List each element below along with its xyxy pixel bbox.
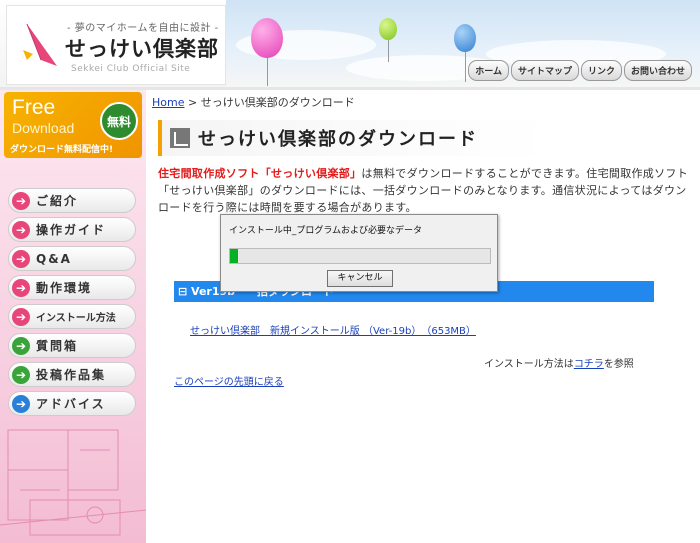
blue-balloon-icon: [454, 24, 476, 52]
breadcrumb: Home > せっけい倶楽部のダウンロード: [152, 94, 355, 110]
arrow-right-icon: ➔: [12, 365, 30, 384]
nav-sitemap-button[interactable]: サイトマップ: [510, 60, 579, 81]
page-title-bar: せっけい倶楽部のダウンロード: [158, 120, 548, 156]
sidebar-item-guide[interactable]: ➔ 操作ガイド: [8, 217, 136, 242]
sidebar: Free Download 無料 ダウンロード無料配信中! ➔ ご紹介 ➔ 操作…: [0, 90, 146, 543]
site-header: - 夢のマイホームを自由に設計 - せっけい倶楽部 Sekkei Club Of…: [0, 0, 700, 90]
top-navigation: ホーム サイトマップ リンク お問い合わせ: [468, 60, 692, 81]
green-balloon-icon: [379, 18, 397, 40]
arrow-right-icon: ➔: [12, 220, 30, 239]
sidebar-item-qa[interactable]: ➔ Q&A: [8, 246, 136, 271]
progress-fill: [230, 249, 238, 263]
breadcrumb-current: せっけい倶楽部のダウンロード: [200, 96, 355, 109]
download-link[interactable]: せっけい倶楽部 新規インストール版 （Ver-19b） （653MB）: [190, 322, 476, 337]
arrow-right-icon: ➔: [12, 307, 30, 326]
arrow-right-icon: ➔: [12, 394, 30, 413]
nav-links-button[interactable]: リンク: [580, 60, 622, 81]
nav-contact-button[interactable]: お問い合わせ: [623, 60, 692, 81]
install-note-prefix: インストール方法は: [484, 359, 574, 370]
free-banner-note: ダウンロード無料配信中!: [10, 145, 114, 155]
floorplan-sketch-image: [0, 429, 146, 536]
intro-text: 住宅間取作成ソフト「せっけい倶楽部」は無料でダウンロードすることができます。住宅…: [158, 165, 694, 216]
install-guide-link[interactable]: コチラ: [574, 359, 604, 370]
intro-highlight: 住宅間取作成ソフト「せっけい倶楽部」: [158, 167, 362, 180]
sidebar-item-label: ご紹介: [36, 194, 79, 208]
sidebar-item-label: 動作環境: [36, 281, 93, 295]
back-to-top-link[interactable]: このページの先頭に戻る: [174, 373, 284, 388]
main-content: Home > せっけい倶楽部のダウンロード せっけい倶楽部のダウンロード 住宅間…: [150, 90, 695, 543]
sidebar-item-label: アドバイス: [36, 397, 106, 411]
install-note-suffix: を参照: [603, 359, 634, 370]
arrow-right-icon: ➔: [12, 249, 30, 268]
logo-title: せっけい倶楽部: [65, 37, 219, 61]
sidebar-item-questions[interactable]: ➔ 質問箱: [8, 333, 136, 358]
free-banner-download: Download: [12, 120, 75, 136]
sidebar-item-label: インストール方法: [36, 313, 116, 324]
free-badge: 無料: [100, 102, 138, 140]
nav-home-button[interactable]: ホーム: [468, 60, 509, 81]
page-title: せっけい倶楽部のダウンロード: [198, 129, 478, 150]
sidebar-item-label: 操作ガイド: [36, 223, 107, 237]
arrow-right-icon: ➔: [12, 336, 30, 355]
install-progress-dialog: インストール中_プログラムおよび必要なデータ キャンセル: [220, 214, 498, 292]
cancel-button[interactable]: キャンセル: [327, 270, 393, 287]
sidebar-item-label: 投稿作品集: [36, 368, 107, 382]
install-progress-bar: [229, 248, 491, 264]
logo-subtitle: Sekkei Club Official Site: [71, 64, 191, 74]
free-banner-title: Free: [12, 96, 56, 119]
sidebar-item-requirements[interactable]: ➔ 動作環境: [8, 275, 136, 300]
logo-arrow-icon: [23, 23, 57, 66]
dialog-message: インストール中_プログラムおよび必要なデータ: [229, 226, 423, 236]
sidebar-item-introduction[interactable]: ➔ ご紹介: [8, 188, 136, 213]
download-arrow-icon: [170, 128, 190, 148]
breadcrumb-home-link[interactable]: Home: [152, 96, 184, 109]
sidebar-item-label: Q&A: [36, 251, 72, 266]
sidebar-menu: ➔ ご紹介 ➔ 操作ガイド ➔ Q&A ➔ 動作環境 ➔ インストール方法 ➔ …: [8, 188, 136, 420]
pink-balloon-icon: [251, 18, 283, 58]
sidebar-item-advice[interactable]: ➔ アドバイス: [8, 391, 136, 416]
install-note: インストール方法はコチラを参照: [484, 355, 634, 370]
sidebar-item-gallery[interactable]: ➔ 投稿作品集: [8, 362, 136, 387]
free-download-banner[interactable]: Free Download 無料 ダウンロード無料配信中!: [4, 92, 142, 158]
breadcrumb-separator: >: [184, 96, 201, 109]
sidebar-item-install[interactable]: ➔ インストール方法: [8, 304, 136, 329]
logo-tagline: - 夢のマイホームを自由に設計 -: [67, 23, 219, 34]
sidebar-item-label: 質問箱: [36, 339, 79, 353]
arrow-right-icon: ➔: [12, 191, 30, 210]
arrow-right-icon: ➔: [12, 278, 30, 297]
site-logo[interactable]: - 夢のマイホームを自由に設計 - せっけい倶楽部 Sekkei Club Of…: [6, 5, 226, 85]
